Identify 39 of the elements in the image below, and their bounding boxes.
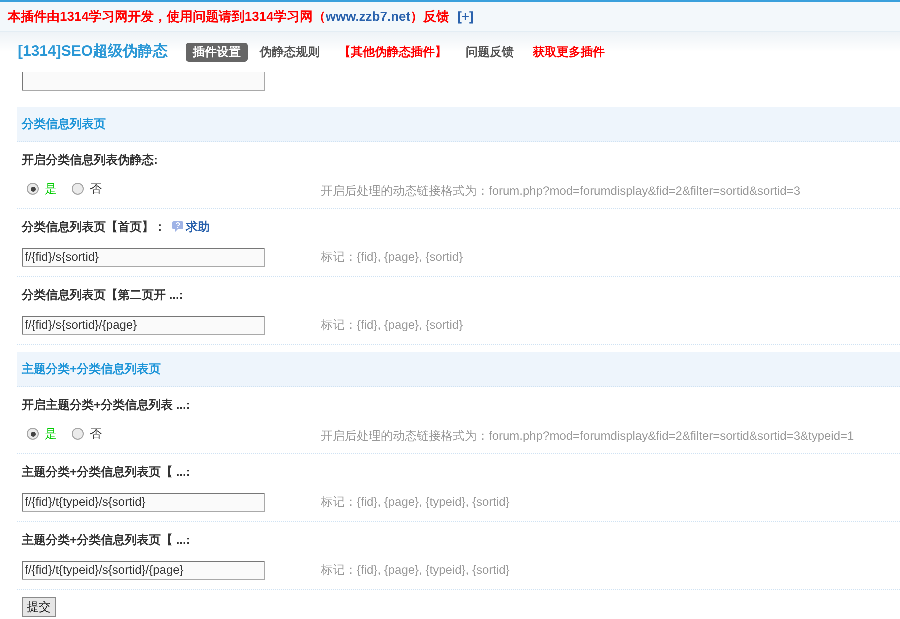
hint-text: 标记：{fid}, {page}, {typeid}, {sortid} bbox=[321, 494, 510, 511]
field-label: 主题分类+分类信息列表页【 ...: bbox=[22, 532, 190, 548]
radio-label: 否 bbox=[90, 426, 102, 443]
section-heading: 主题分类+分类信息列表页 bbox=[17, 352, 900, 387]
field-label: 主题分类+分类信息列表页【 ...: bbox=[22, 464, 190, 480]
radio-button[interactable] bbox=[27, 428, 39, 440]
radio-label: 是 bbox=[45, 426, 57, 443]
input-field[interactable]: f/{fid}/t{typeid}/s{sortid}/{page} bbox=[22, 560, 265, 580]
hint-text: 标记：{fid}, {page}, {sortid} bbox=[321, 317, 464, 334]
hint-text: 标记：{fid}, {page}, {typeid}, {sortid} bbox=[321, 562, 510, 579]
field-label: 分类信息列表页【首页】： bbox=[22, 219, 166, 235]
input-field[interactable]: f/{fid}/s{sortid} bbox=[22, 248, 265, 266]
site-link[interactable]: www.zzb7.net bbox=[326, 8, 411, 24]
input-field[interactable] bbox=[22, 72, 265, 91]
nav-tab[interactable]: 插件设置 bbox=[186, 42, 248, 62]
help-icon bbox=[172, 221, 184, 233]
radio-button[interactable] bbox=[27, 183, 39, 195]
hint-text: 标记：{fid}, {page}, {sortid} bbox=[321, 249, 464, 266]
input-field[interactable]: f/{fid}/s{sortid}/{page} bbox=[22, 316, 265, 334]
radio-button[interactable] bbox=[72, 428, 84, 440]
field-label: 分类信息列表页【第二页开 ...: bbox=[22, 287, 184, 303]
submit-button[interactable]: 提交 bbox=[22, 597, 56, 617]
plugin-title: [1314]SEO超级伪静态 bbox=[18, 42, 168, 62]
nav-tab[interactable]: 问题反馈 bbox=[459, 42, 522, 62]
section-heading: 分类信息列表页 bbox=[17, 107, 900, 142]
expand-link[interactable]: [+] bbox=[458, 6, 474, 26]
hint-text: 开启后处理的动态链接格式为：forum.php?mod=forumdisplay&fid=2&filter=sortid&sortid=3&typeid=1 bbox=[321, 428, 854, 445]
hint-text: 开启后处理的动态链接格式为：forum.php?mod=forumdisplay&fid=2&filter=sortid&sortid=3 bbox=[321, 183, 800, 200]
field-label: 开启主题分类+分类信息列表 ...: bbox=[22, 397, 190, 413]
nav-tab[interactable]: 获取更多插件 bbox=[526, 42, 612, 62]
radio-label: 是 bbox=[45, 181, 57, 198]
input-field[interactable]: f/{fid}/t{typeid}/s{sortid} bbox=[22, 492, 265, 512]
field-label: 开启分类信息列表伪静态: bbox=[22, 152, 158, 168]
radio-button[interactable] bbox=[72, 183, 84, 195]
help-link[interactable]: 求助 bbox=[186, 218, 210, 236]
notice-text: 本插件由1314学习网开发，使用问题请到1314学习网（www.zzb7.net）反馈 bbox=[8, 8, 450, 26]
nav-tab[interactable]: 【其他伪静态插件】 bbox=[332, 42, 454, 62]
radio-label: 否 bbox=[90, 181, 102, 198]
nav-tab[interactable]: 伪静态规则 bbox=[253, 42, 328, 62]
